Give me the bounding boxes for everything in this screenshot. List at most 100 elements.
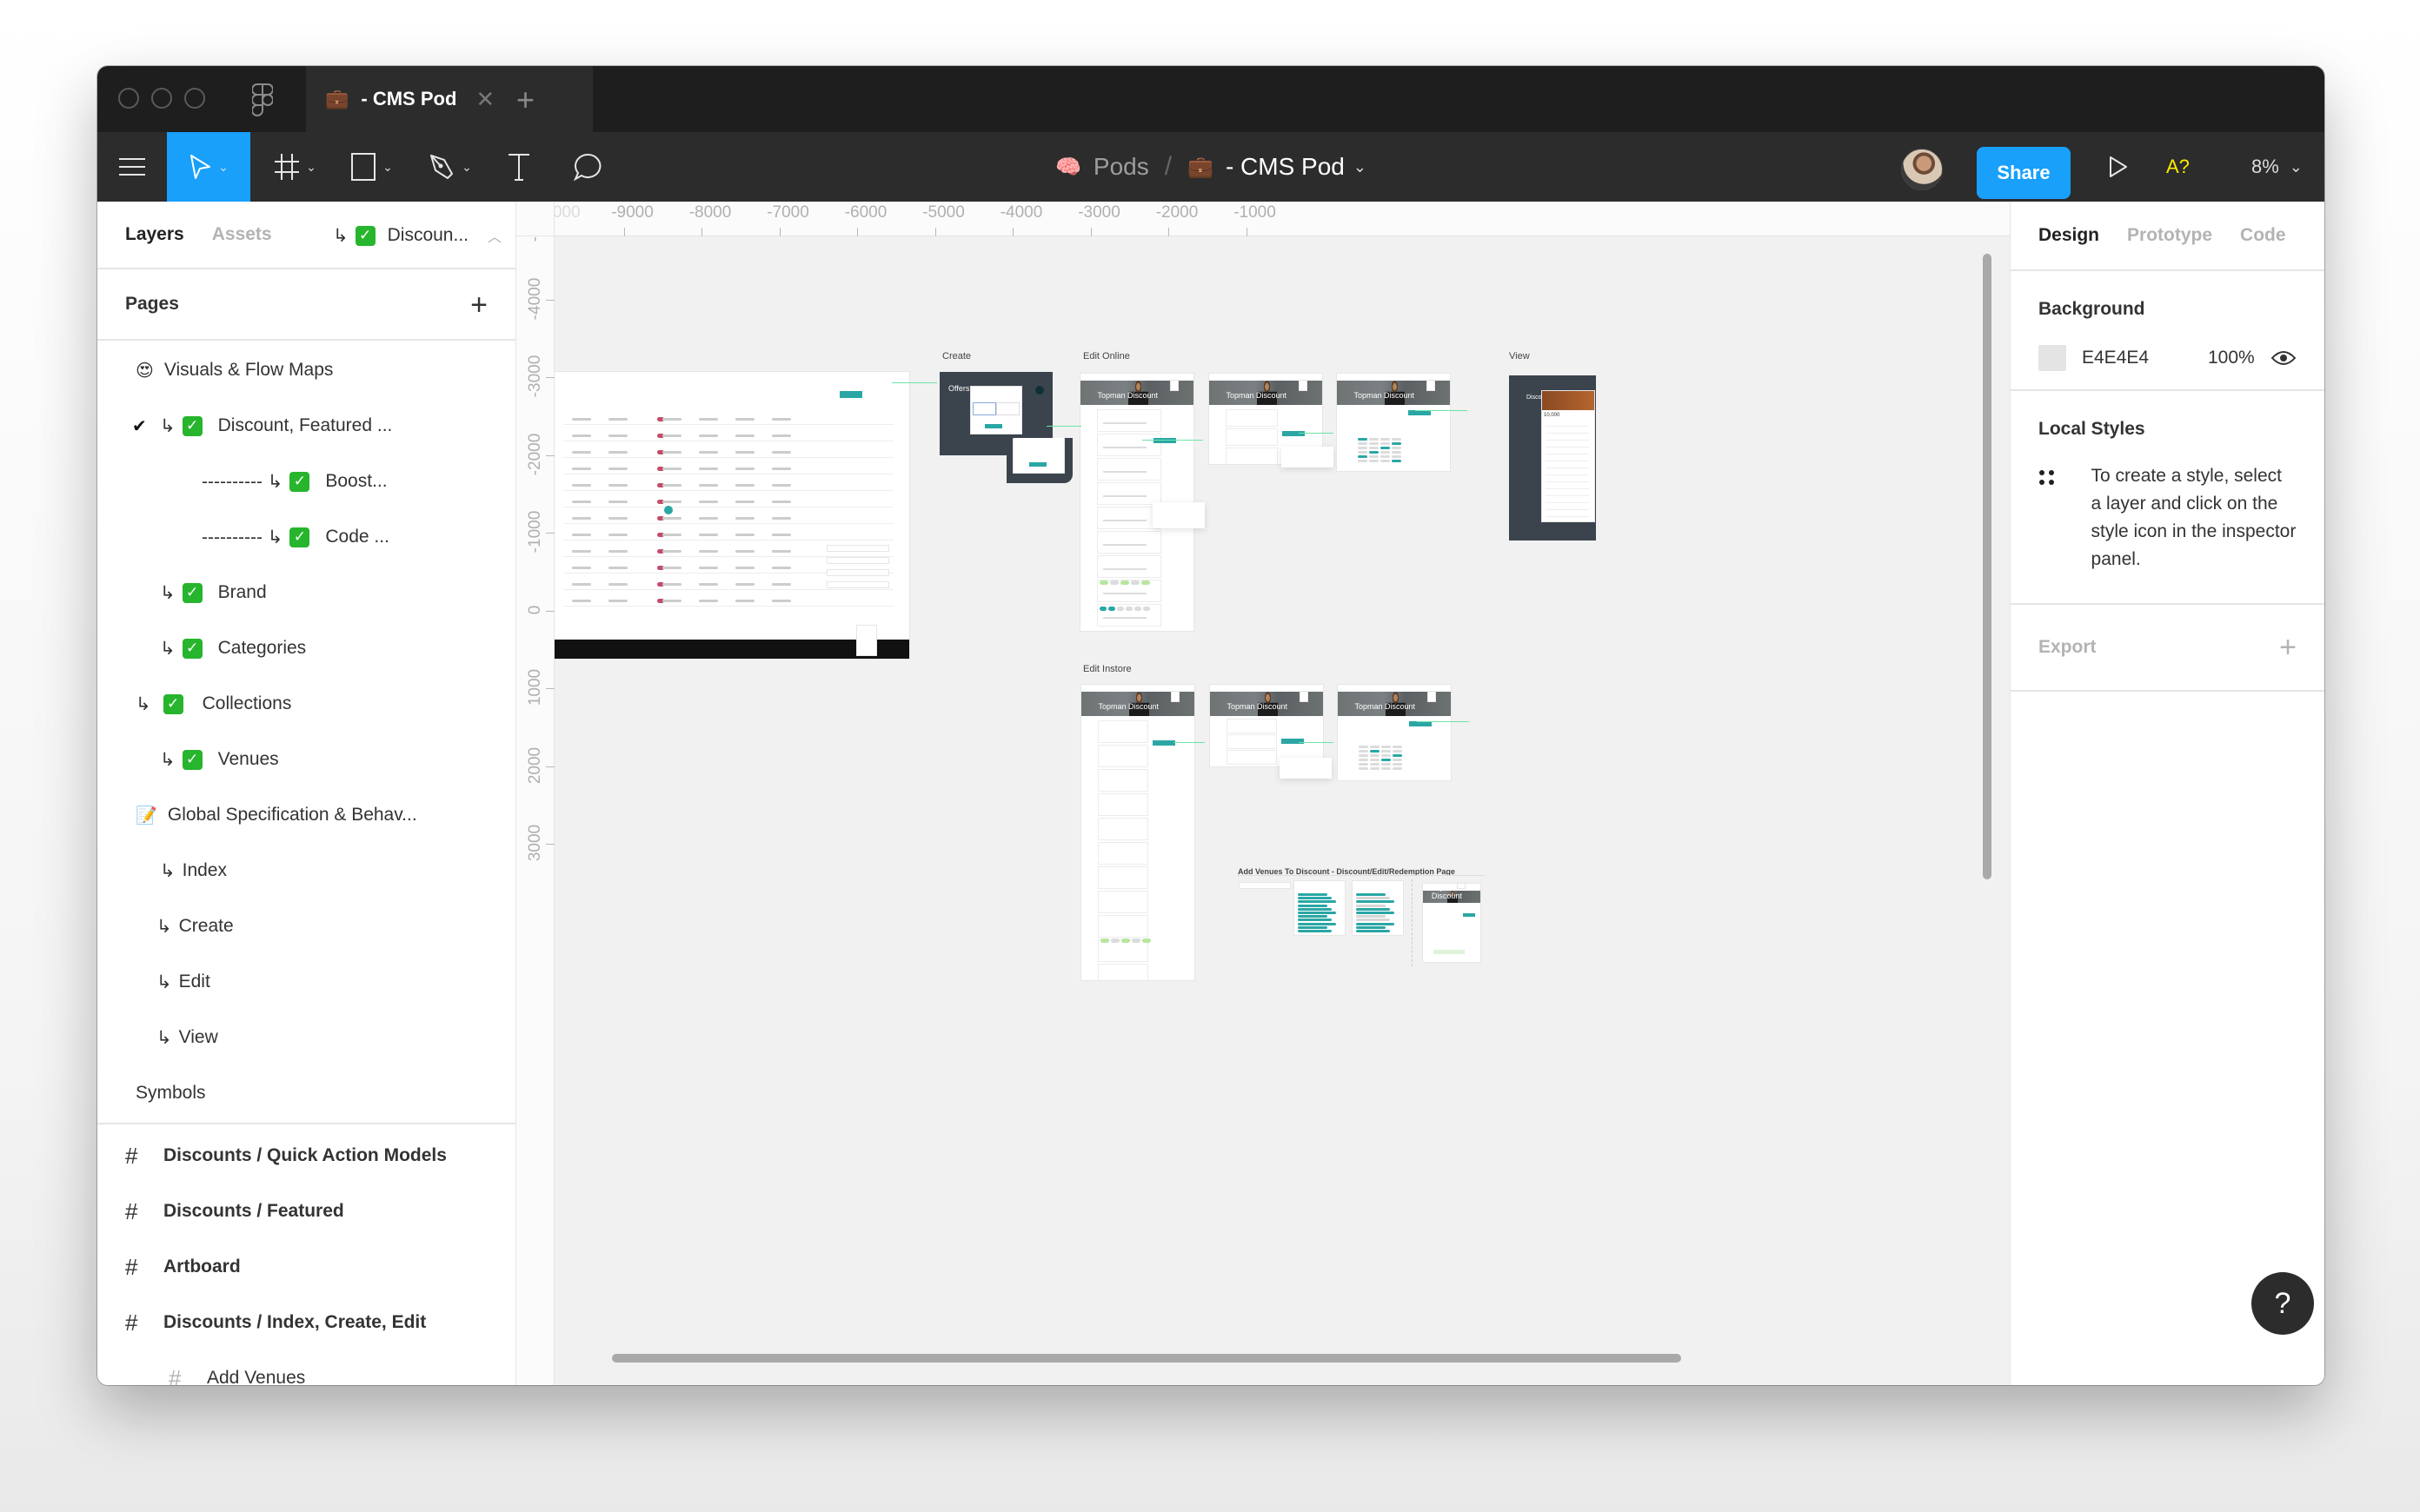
horizontal-scrollbar[interactable] bbox=[612, 1354, 1681, 1363]
page-item[interactable]: ↳ ✓ Brand bbox=[97, 565, 515, 620]
play-icon bbox=[2110, 156, 2127, 177]
move-tool-button[interactable]: ⌄ bbox=[167, 132, 250, 202]
layer-item[interactable]: # Artboard bbox=[97, 1239, 515, 1295]
page-item[interactable]: ↳ ✓ Categories bbox=[97, 620, 515, 676]
tag-chip bbox=[1369, 455, 1379, 458]
layer-item[interactable]: # Discounts / Featured bbox=[97, 1184, 515, 1239]
form-card bbox=[1098, 434, 1160, 455]
page-item[interactable]: ---------- ↳ ✓ Code ... bbox=[97, 509, 515, 565]
ruler-tick bbox=[623, 228, 625, 236]
redemption-apps-popover bbox=[1281, 447, 1333, 468]
field-line bbox=[1103, 617, 1147, 619]
shape-tool-button[interactable]: ⌄ bbox=[337, 132, 407, 202]
page-item[interactable]: ---------- ↳ ✓ Boost... bbox=[97, 454, 515, 509]
tag-chip bbox=[1380, 438, 1390, 441]
tag-chip bbox=[1358, 438, 1367, 441]
page-item[interactable]: ↳ Create bbox=[97, 899, 515, 954]
project-link[interactable]: Pods bbox=[1094, 153, 1149, 181]
file-tab[interactable]: 💼 - CMS Pod ✕ bbox=[306, 66, 593, 132]
cell-text bbox=[572, 418, 591, 421]
background-hex-input[interactable]: E4E4E4 bbox=[2082, 348, 2208, 368]
background-opacity-input[interactable]: 100% bbox=[2208, 348, 2255, 368]
page-item[interactable]: ↳ Index bbox=[97, 843, 515, 899]
field-line bbox=[1103, 520, 1147, 521]
vertical-scrollbar[interactable] bbox=[1983, 254, 1991, 879]
eye-icon[interactable] bbox=[2270, 349, 2297, 367]
main-menu-button[interactable] bbox=[97, 132, 167, 202]
tag-chip bbox=[1380, 460, 1390, 462]
ruler-tick bbox=[1168, 228, 1169, 236]
page-item[interactable]: 😍 Visuals & Flow Maps bbox=[97, 342, 515, 398]
share-button[interactable]: Share bbox=[1977, 147, 2071, 199]
page-item[interactable]: ↳ ✓ Venues bbox=[97, 732, 515, 787]
help-button[interactable]: ? bbox=[2251, 1272, 2314, 1335]
tag-chip bbox=[1392, 442, 1401, 445]
layer-label: Discounts / Index, Create, Edit bbox=[163, 1312, 427, 1332]
page-item[interactable]: 📝 Global Specification & Behav... bbox=[97, 787, 515, 843]
frame-tool-button[interactable]: ⌄ bbox=[263, 132, 329, 202]
add-page-button[interactable]: + bbox=[470, 288, 488, 322]
tab-prototype[interactable]: Prototype bbox=[2127, 225, 2212, 246]
tab-assets[interactable]: Assets bbox=[212, 224, 272, 245]
tag-chip bbox=[1358, 460, 1367, 462]
page-item[interactable]: ↳ Edit bbox=[97, 954, 515, 1010]
accessibility-plugin-button[interactable]: A? bbox=[2166, 132, 2190, 202]
close-window-button[interactable] bbox=[118, 88, 139, 109]
ruler-tick-label: -6000 bbox=[844, 203, 888, 222]
tag-chip bbox=[1358, 442, 1367, 445]
ruler-tick bbox=[779, 228, 781, 236]
close-tab-icon[interactable]: ✕ bbox=[475, 86, 495, 113]
page-item[interactable]: ↳ ✓ Collections bbox=[97, 676, 515, 732]
figma-logo-icon[interactable] bbox=[252, 83, 273, 116]
user-avatar[interactable] bbox=[1901, 149, 1943, 190]
page-label: Categories bbox=[217, 638, 307, 658]
layer-item[interactable]: # Add Venues bbox=[97, 1350, 515, 1386]
hero-logo-box bbox=[1300, 381, 1306, 390]
add-export-button[interactable]: + bbox=[2279, 631, 2297, 665]
tab-design[interactable]: Design bbox=[2038, 225, 2099, 246]
design-canvas[interactable]: Create Edit Online Edit Instore View Add Ven… bbox=[516, 202, 2010, 1385]
tag-chip bbox=[1359, 759, 1368, 761]
venue-chip bbox=[1356, 912, 1394, 914]
flow-connector bbox=[1417, 721, 1469, 722]
indent-arrow-icon: ↳ bbox=[160, 582, 176, 603]
cell-text bbox=[608, 434, 628, 437]
page-item[interactable]: Symbols bbox=[97, 1065, 515, 1121]
tab-layers[interactable]: Layers bbox=[125, 224, 184, 245]
cell-text bbox=[608, 534, 628, 536]
layer-label: Discounts / Featured bbox=[163, 1201, 344, 1221]
cursor-arrow-icon bbox=[190, 155, 211, 179]
current-page-toggle[interactable]: ↳ ✓ Discoun... ︿ bbox=[333, 202, 502, 269]
page-label: Brand bbox=[217, 582, 267, 602]
arrow-icon: ↳ bbox=[333, 225, 349, 246]
cell-text bbox=[572, 468, 591, 470]
chevron-down-icon[interactable]: ⌄ bbox=[1353, 158, 1366, 176]
tag-chip bbox=[1392, 451, 1401, 454]
cell-text bbox=[662, 567, 681, 569]
tab-code[interactable]: Code bbox=[2240, 225, 2286, 246]
ruler-tick bbox=[934, 228, 936, 236]
layer-item[interactable]: # Discounts / Index, Create, Edit bbox=[97, 1295, 515, 1350]
present-button[interactable] bbox=[2097, 132, 2140, 202]
hero-title: Topman Discount bbox=[1353, 390, 1415, 400]
popover-card bbox=[1153, 502, 1205, 528]
new-tab-button[interactable]: + bbox=[516, 82, 535, 118]
hero-logo-box bbox=[1172, 692, 1179, 701]
pen-tool-button[interactable]: ⌄ bbox=[416, 132, 485, 202]
minimize-window-button[interactable] bbox=[151, 88, 172, 109]
text-tool-button[interactable] bbox=[497, 132, 541, 202]
page-item[interactable]: ↳ View bbox=[97, 1010, 515, 1065]
venue-chip bbox=[1356, 930, 1390, 932]
background-color-swatch[interactable] bbox=[2038, 345, 2066, 371]
background-heading: Background bbox=[2038, 299, 2145, 319]
ruler-tick-label: -2000 bbox=[1155, 203, 1199, 222]
cell-text bbox=[735, 418, 755, 421]
zoom-menu[interactable]: 8% ⌄ bbox=[2251, 132, 2303, 202]
file-name-menu[interactable]: - CMS Pod bbox=[1226, 153, 1345, 181]
zoom-window-button[interactable] bbox=[184, 88, 205, 109]
layer-item[interactable]: # Discounts / Quick Action Models bbox=[97, 1128, 515, 1184]
page-item[interactable]: ✔ ↳ ✓ Discount, Featured ... bbox=[97, 398, 515, 454]
hero-title: Topman Discount bbox=[1354, 701, 1416, 711]
comment-tool-button[interactable] bbox=[562, 132, 614, 202]
form-card bbox=[1099, 867, 1147, 888]
